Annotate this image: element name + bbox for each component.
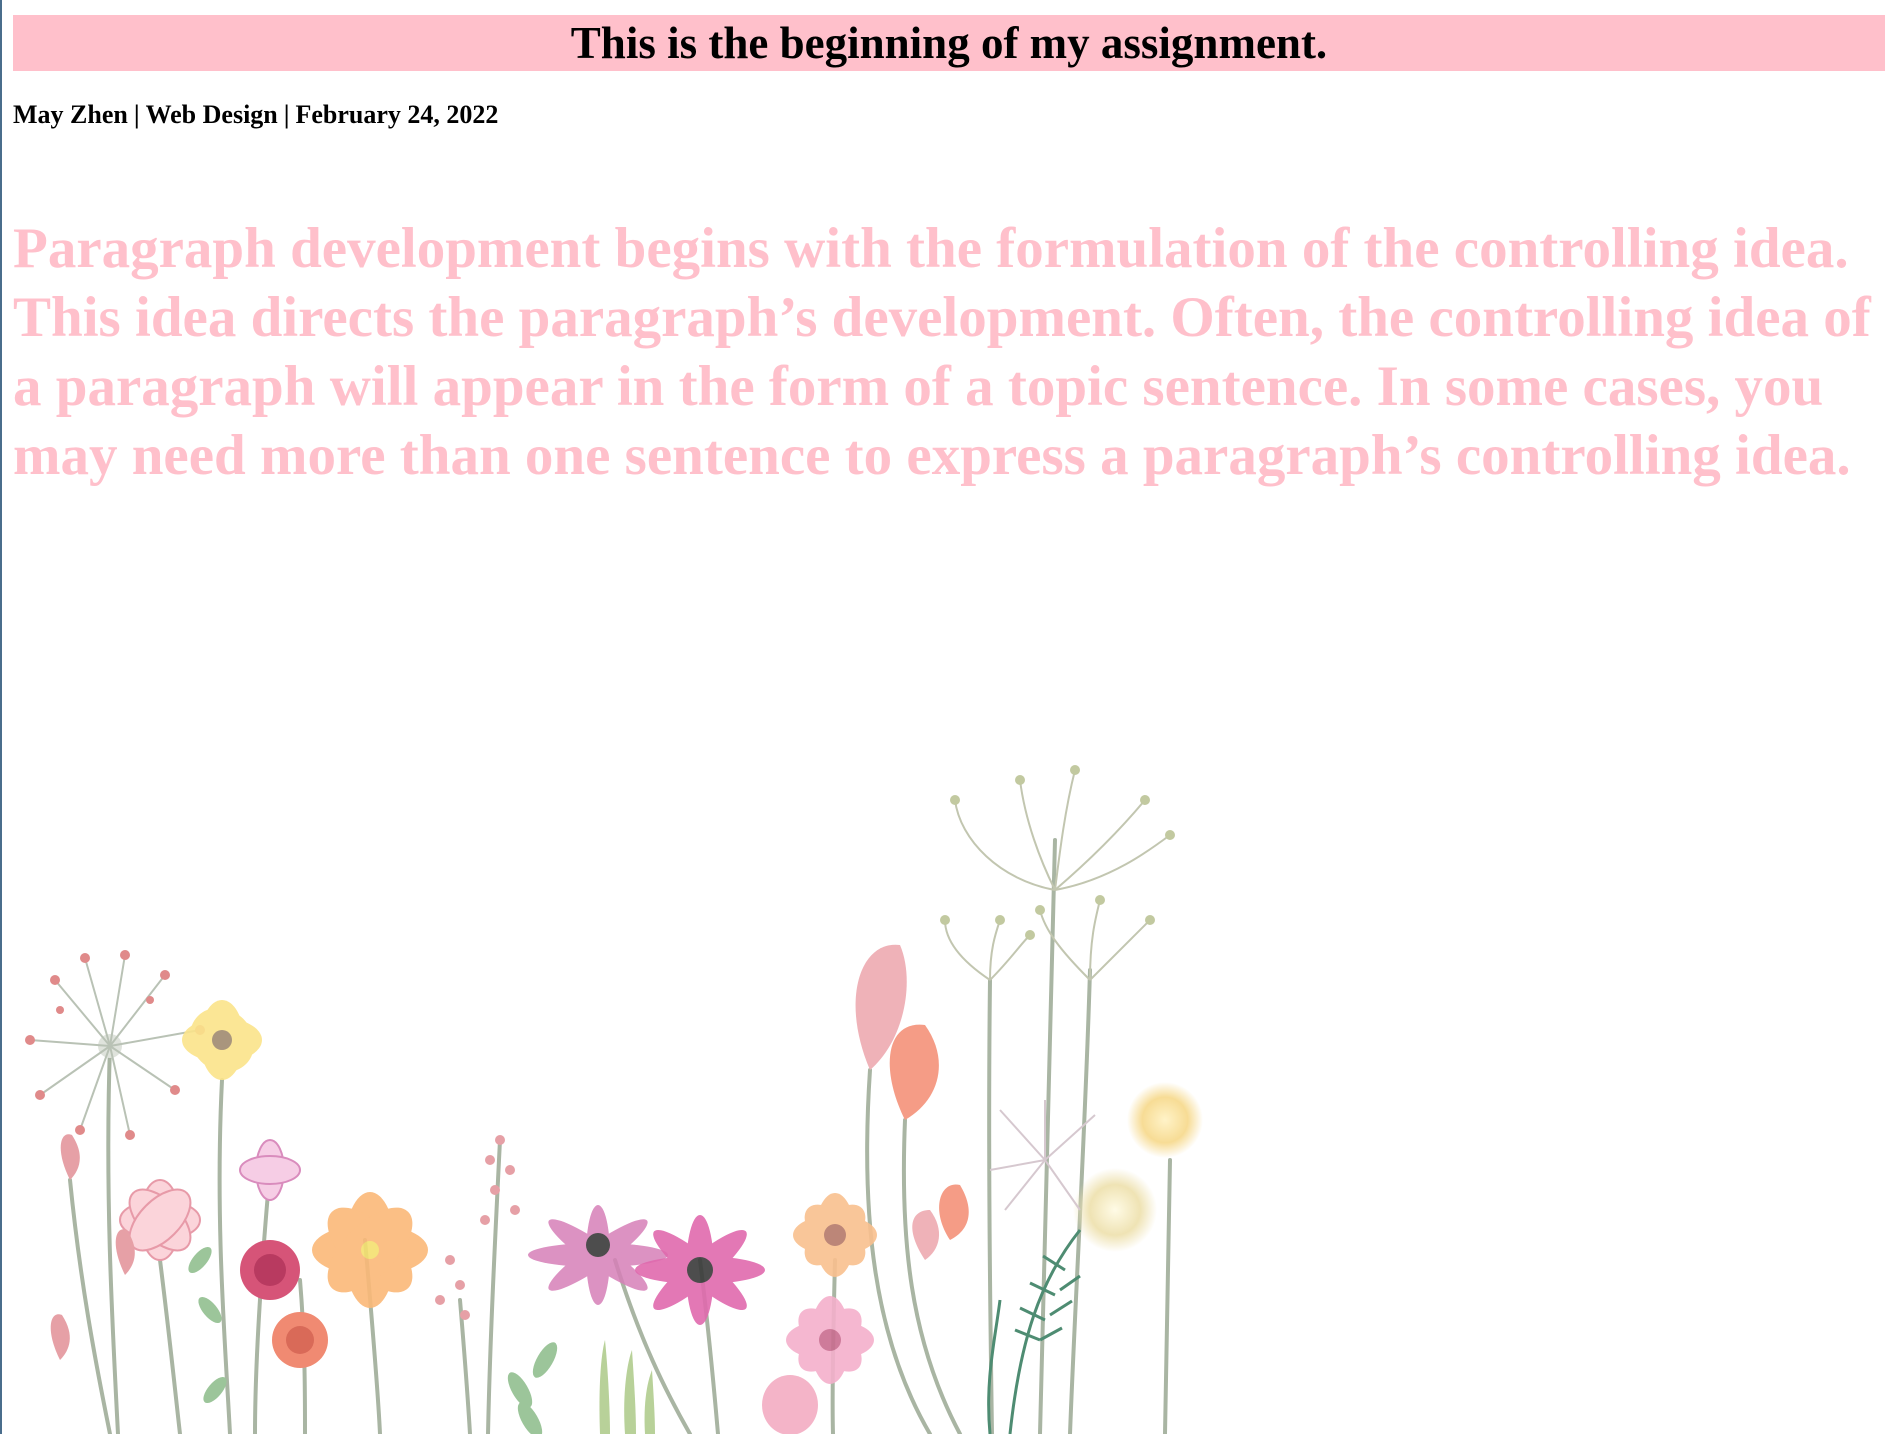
author-name: May Zhen — [13, 100, 128, 129]
grass-blades — [599, 1340, 655, 1434]
pink-berry-clusters — [435, 1135, 520, 1320]
magenta-rose — [240, 1240, 300, 1300]
orange-flower — [312, 1192, 428, 1308]
peach-flower — [793, 1193, 877, 1277]
pink-flower — [786, 1296, 874, 1384]
title-banner: This is the beginning of my assignment. — [13, 15, 1885, 71]
magenta-daisy — [635, 1215, 765, 1325]
golden-dandelion — [1127, 1082, 1203, 1158]
pink-protea — [762, 1375, 818, 1434]
green-fern — [987, 1229, 1082, 1434]
umbel-flowers — [944, 769, 1171, 981]
byline-separator: | — [133, 100, 140, 129]
page-title: This is the beginning of my assignment. — [570, 18, 1328, 68]
coral-rose — [272, 1312, 328, 1368]
byline: May Zhen | Web Design | February 24, 2022 — [13, 100, 498, 130]
small-pink-flower — [239, 1139, 301, 1201]
course-name: Web Design — [145, 100, 278, 129]
wildflowers-illustration — [25, 765, 1203, 1434]
cream-dandelion — [1073, 1168, 1157, 1252]
flower-stems — [68, 838, 1172, 1434]
body-paragraph: Paragraph development begins with the fo… — [13, 217, 1871, 487]
purple-daisy — [528, 1205, 668, 1305]
yellow-flower — [182, 1000, 262, 1080]
umbel-buds — [940, 765, 1175, 940]
byline-separator: | — [283, 100, 290, 129]
byline-date: February 24, 2022 — [295, 100, 499, 129]
